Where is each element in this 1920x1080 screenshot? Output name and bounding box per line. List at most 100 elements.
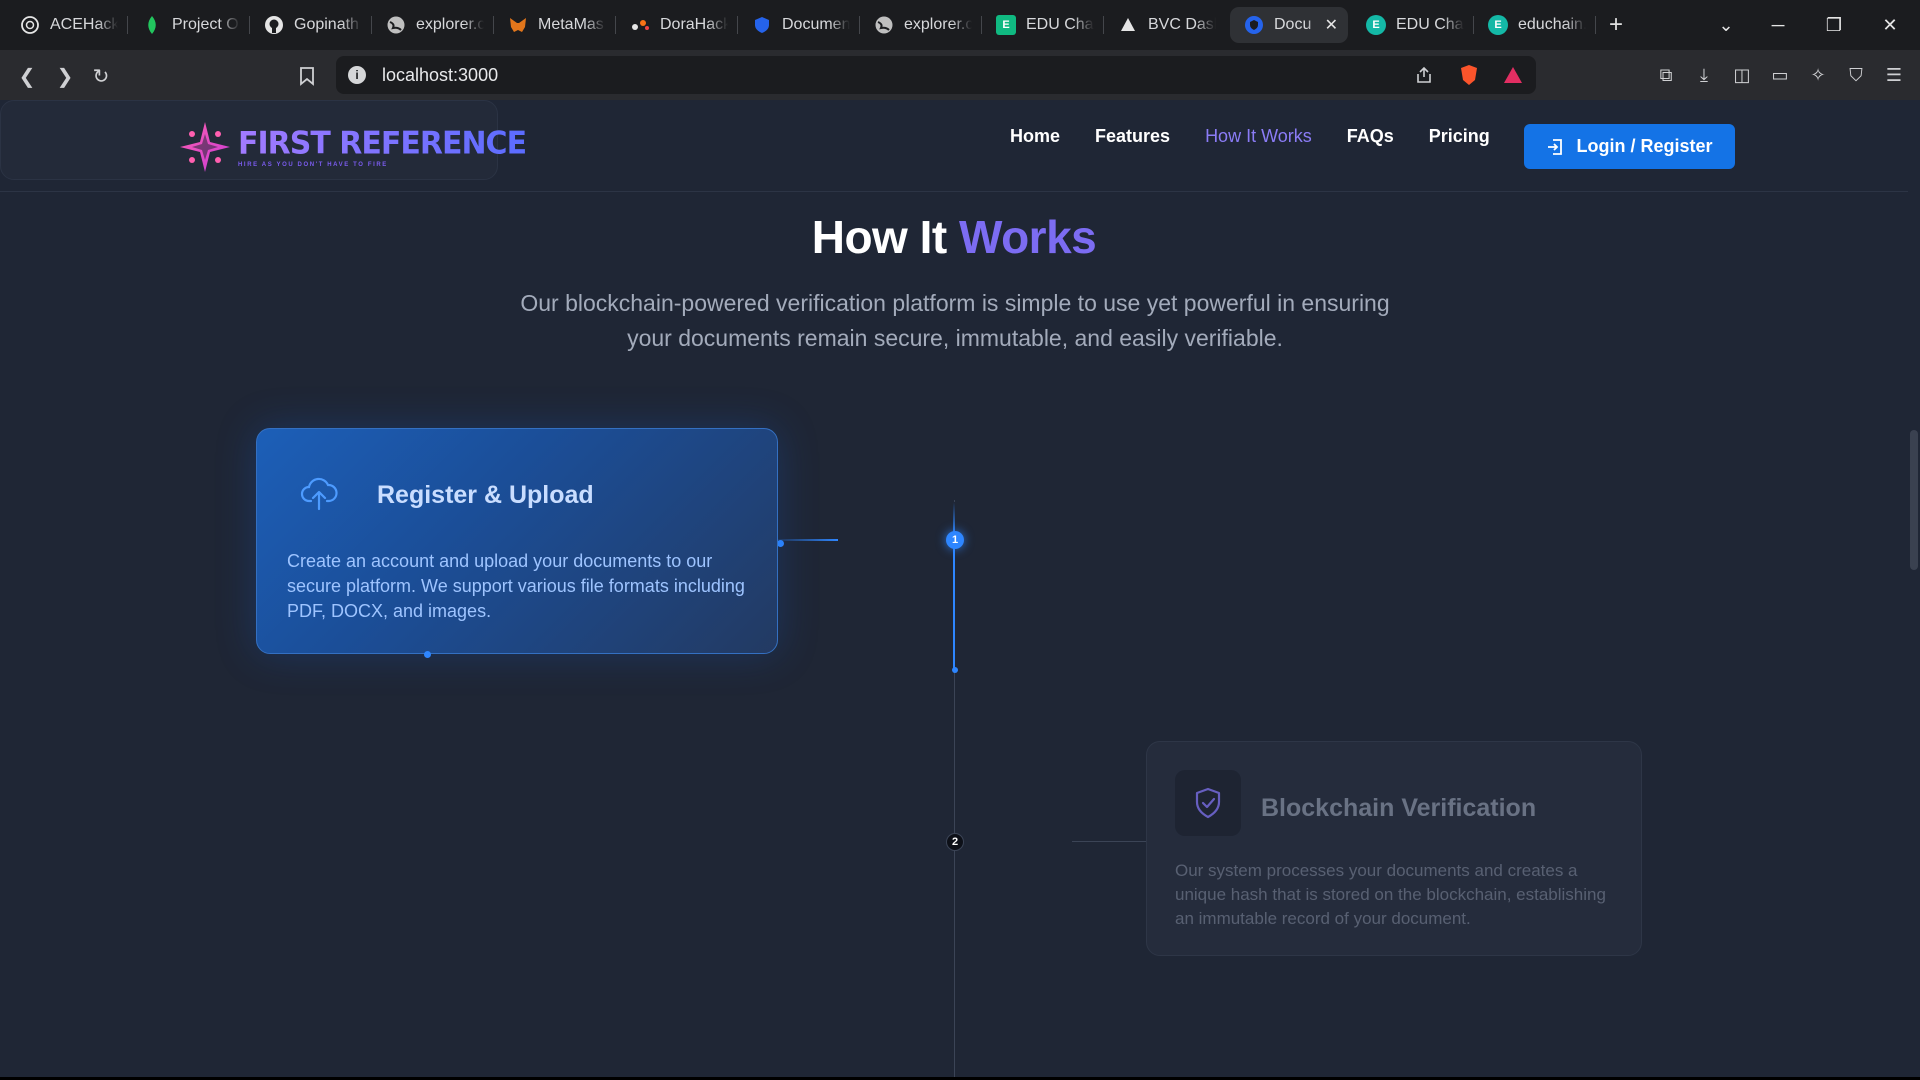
minimize-icon[interactable]: ─ — [1750, 0, 1806, 50]
browser-tab[interactable]: ACEHack — [6, 7, 128, 43]
share-icon[interactable] — [1412, 63, 1436, 87]
browser-tab[interactable]: E educhain. — [1474, 7, 1596, 43]
leaf-icon — [142, 15, 162, 35]
icon-box — [1175, 770, 1241, 836]
step-card-register-upload: Register & Upload Create an account and … — [256, 428, 778, 658]
browser-tab[interactable]: explorer.c — [372, 7, 494, 43]
tab-title: ACEHack — [50, 16, 118, 33]
reload-icon[interactable]: ↻ — [88, 63, 114, 89]
login-register-button[interactable]: Login / Register — [1524, 124, 1735, 169]
step-1-title: Register & Upload — [377, 481, 594, 509]
section-title: How It Works — [0, 210, 1908, 264]
browser-tab[interactable]: E EDU Chai — [1352, 7, 1474, 43]
extensions-icon[interactable]: ⧉ — [1654, 63, 1678, 87]
tab-title: Docu — [1274, 16, 1312, 33]
edu-chain-icon: E — [1488, 15, 1508, 35]
nav-pricing[interactable]: Pricing — [1429, 126, 1490, 147]
timeline-progress-dot — [952, 667, 958, 673]
browser-tab-strip: ACEHack Project O Gopinath explorer.c Me… — [0, 0, 1920, 50]
nav-home[interactable]: Home — [1010, 126, 1060, 147]
browser-tab[interactable]: MetaMas — [494, 7, 616, 43]
browser-tab[interactable]: DoraHack — [616, 7, 738, 43]
step-1-badge: 1 — [946, 531, 964, 549]
brand-tagline: HIRE AS YOU DON'T HAVE TO FIRE — [238, 162, 388, 168]
main-menu: Home Features How It Works FAQs Pricing — [1010, 126, 1525, 147]
browser-tab[interactable]: E EDU Chai — [982, 7, 1104, 43]
brand-name: FIRST REFERENCE — [238, 125, 527, 162]
nav-faqs[interactable]: FAQs — [1347, 126, 1394, 147]
triangle-icon — [1118, 15, 1138, 35]
scrollbar-thumb[interactable] — [1910, 430, 1918, 570]
tab-title: BVC Dash — [1148, 16, 1216, 33]
shield-icon — [752, 15, 772, 35]
openai-icon — [20, 15, 40, 35]
browser-tab[interactable]: BVC Dash — [1104, 7, 1226, 43]
tab-title: Documen — [782, 16, 850, 33]
edu-chain-icon: E — [996, 15, 1016, 35]
tab-title: educhain. — [1518, 16, 1586, 33]
tab-title: explorer.c — [416, 16, 484, 33]
globe-icon — [386, 15, 406, 35]
edu-chain-icon: E — [1366, 15, 1386, 35]
brave-shields-icon[interactable] — [1457, 63, 1481, 87]
leo-ai-icon[interactable]: ✧ — [1806, 63, 1830, 87]
github-icon — [264, 15, 284, 35]
step-1-description: Create an account and upload your docume… — [287, 551, 745, 621]
timeline-progress — [953, 502, 955, 670]
tab-title: Gopinath — [294, 16, 359, 33]
bookmark-icon[interactable] — [294, 63, 320, 89]
restore-icon[interactable]: ❐ — [1806, 0, 1862, 50]
shield-check-icon — [1195, 787, 1221, 819]
cloud-upload-icon — [300, 477, 338, 511]
browser-tab[interactable]: Gopinath — [250, 7, 372, 43]
shield-icon — [1244, 15, 1264, 35]
sidebar-icon[interactable]: ◫ — [1730, 63, 1754, 87]
section-subtitle: Our blockchain-powered verification plat… — [520, 290, 1390, 351]
nav-features[interactable]: Features — [1095, 126, 1170, 147]
login-register-label: Login / Register — [1576, 136, 1713, 156]
close-tab-icon[interactable]: ✕ — [1325, 15, 1338, 35]
browser-tab-active[interactable]: Docu ✕ — [1230, 7, 1348, 43]
back-icon[interactable]: ❮ — [14, 63, 40, 89]
tab-title: EDU Chai — [1026, 16, 1094, 33]
step-1-connector-dot — [777, 540, 784, 547]
nav-how-it-works[interactable]: How It Works — [1205, 126, 1312, 147]
tab-title: DoraHack — [660, 16, 728, 33]
tab-title: EDU Chai — [1396, 16, 1464, 33]
login-icon — [1548, 138, 1563, 155]
step-2-connector — [1072, 841, 1146, 842]
site-navbar: FIRST REFERENCE HIRE AS YOU DON'T HAVE T… — [0, 100, 1908, 192]
browser-toolbar: ❮ ❯ ↻ i localhost:3000 ⧉ ⤓ ◫ ▭ ✧ ⛉ ☰ — [0, 50, 1920, 100]
tab-search-chevron-icon[interactable]: ⌄ — [1698, 0, 1754, 50]
section-title-main: How It — [811, 211, 947, 263]
browser-tab[interactable]: Documen — [738, 7, 860, 43]
step-2-title: Blockchain Verification — [1261, 794, 1537, 822]
menu-icon[interactable]: ☰ — [1882, 63, 1906, 87]
browser-tab[interactable]: Project O — [128, 7, 250, 43]
page-scrollbar[interactable] — [1908, 100, 1920, 1080]
section-title-accent: Works — [959, 211, 1097, 263]
globe-icon — [874, 15, 894, 35]
dorahacks-icon — [630, 15, 650, 35]
card-dot — [424, 651, 431, 658]
logo-star-icon — [180, 122, 230, 172]
web-page: FIRST REFERENCE HIRE AS YOU DON'T HAVE T… — [0, 100, 1920, 1080]
step-2-badge: 2 — [946, 833, 964, 851]
site-logo[interactable]: FIRST REFERENCE HIRE AS YOU DON'T HAVE T… — [178, 120, 527, 174]
tab-title: Project O — [172, 16, 239, 33]
brave-rewards-icon[interactable] — [1501, 63, 1525, 87]
address-bar[interactable]: i localhost:3000 — [336, 56, 1536, 94]
address-bar-url[interactable]: localhost:3000 — [382, 65, 498, 86]
new-tab-button[interactable]: + — [1596, 7, 1636, 43]
vpn-icon[interactable]: ⛉ — [1844, 63, 1868, 87]
step-card-blockchain-verification: Blockchain Verification Our system proce… — [1146, 741, 1642, 956]
close-window-icon[interactable]: ✕ — [1862, 0, 1918, 50]
forward-icon[interactable]: ❯ — [52, 63, 78, 89]
site-info-icon[interactable]: i — [348, 66, 366, 84]
metamask-icon — [508, 15, 528, 35]
wallet-icon[interactable]: ▭ — [1768, 63, 1792, 87]
download-icon[interactable]: ⤓ — [1692, 63, 1716, 87]
tab-title: explorer.c — [904, 16, 972, 33]
tab-title: MetaMas — [538, 16, 604, 33]
browser-tab[interactable]: explorer.c — [860, 7, 982, 43]
